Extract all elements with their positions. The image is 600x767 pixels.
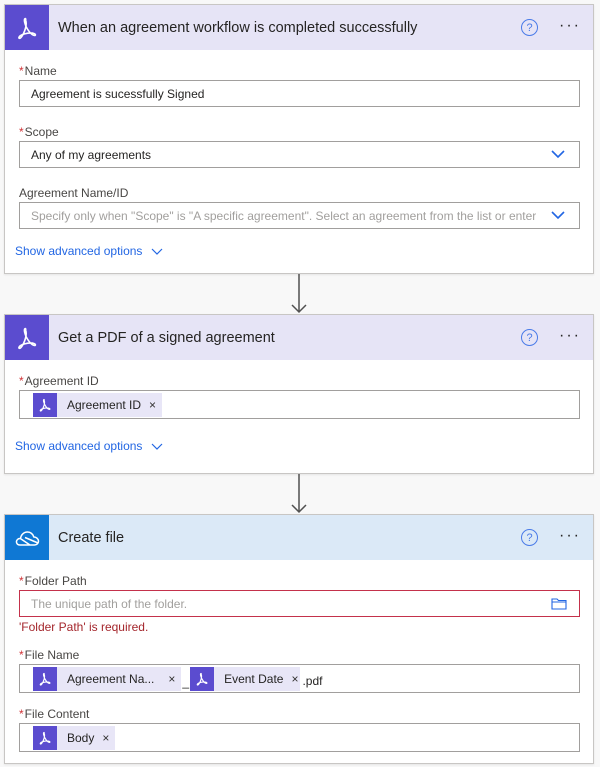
token-label: Body <box>67 731 95 745</box>
folder-path-placeholder: The unique path of the folder. <box>31 596 188 611</box>
required-mark: * <box>19 648 24 662</box>
required-mark: * <box>19 64 24 78</box>
adobe-sign-icon <box>33 726 57 750</box>
card-title: Get a PDF of a signed agreement <box>58 329 275 346</box>
chevron-down-icon[interactable] <box>551 150 565 159</box>
dynamic-token-event-date[interactable]: Event Date × <box>190 667 301 691</box>
adobe-sign-icon <box>190 667 215 691</box>
file-content-label: *File Content <box>19 707 579 721</box>
folder-path-error: 'Folder Path' is required. <box>19 620 149 634</box>
help-icon[interactable]: ? <box>521 529 538 546</box>
token-label: Event Date <box>224 672 284 686</box>
token-label: Agreement Na... <box>67 672 155 686</box>
action-card-create-file: Create file ? ··· *Folder Path The uniqu… <box>4 514 594 764</box>
suffix-text: .pdf <box>302 674 323 688</box>
more-options-icon[interactable]: ··· <box>559 527 581 545</box>
chevron-down-icon <box>152 443 163 450</box>
scope-value: Any of my agreements <box>31 147 152 162</box>
more-options-icon[interactable]: ··· <box>559 327 581 345</box>
agreement-name-id-placeholder: Specify only when "Scope" is "A specific… <box>31 208 536 223</box>
agreement-name-id-dropdown[interactable]: Specify only when "Scope" is "A specific… <box>19 202 580 229</box>
agreement-id-input[interactable]: Agreement ID × <box>19 390 580 419</box>
name-label: *Name <box>19 64 579 78</box>
remove-token-icon[interactable]: × <box>291 672 298 686</box>
file-name-label-text: File Name <box>24 648 80 662</box>
connector-arrow <box>291 474 307 514</box>
required-mark: * <box>19 125 24 139</box>
adobe-sign-icon <box>5 315 49 360</box>
file-content-input[interactable]: Body × <box>19 723 580 752</box>
token-label: Agreement ID <box>67 398 142 412</box>
show-advanced-options-text: Show advanced options <box>15 244 143 258</box>
required-mark: * <box>19 574 24 588</box>
adobe-sign-icon <box>33 393 57 417</box>
required-mark: * <box>19 374 24 388</box>
show-advanced-options-text: Show advanced options <box>15 439 143 453</box>
name-label-text: Name <box>24 64 57 78</box>
chevron-down-icon <box>152 248 163 255</box>
remove-token-icon[interactable]: × <box>149 398 156 412</box>
scope-label-text: Scope <box>24 125 59 139</box>
remove-token-icon[interactable]: × <box>168 672 175 686</box>
card-header[interactable]: Get a PDF of a signed agreement ? ··· <box>5 315 593 360</box>
agreement-id-label-text: Agreement ID <box>24 374 99 388</box>
connector-arrow <box>291 274 307 314</box>
action-card-get-pdf: Get a PDF of a signed agreement ? ··· *A… <box>4 314 594 474</box>
required-mark: * <box>19 707 24 721</box>
help-icon[interactable]: ? <box>521 19 538 36</box>
card-title: When an agreement workflow is completed … <box>58 19 418 36</box>
trigger-card-agreement-completed: When an agreement workflow is completed … <box>4 4 594 274</box>
agreement-name-id-label: Agreement Name/ID <box>19 186 129 200</box>
scope-dropdown[interactable]: Any of my agreements <box>19 141 580 168</box>
adobe-sign-icon <box>33 667 57 691</box>
card-header[interactable]: When an agreement workflow is completed … <box>5 5 593 50</box>
file-content-label-text: File Content <box>24 707 90 721</box>
remove-token-icon[interactable]: × <box>102 731 109 745</box>
folder-path-input[interactable]: The unique path of the folder. <box>19 590 580 617</box>
dynamic-token-agreement-id[interactable]: Agreement ID × <box>33 393 163 417</box>
folder-path-label: *Folder Path <box>19 574 579 588</box>
separator-text: _ <box>182 675 190 689</box>
file-name-label: *File Name <box>19 648 579 662</box>
name-input[interactable]: Agreement is sucessfully Signed <box>19 80 580 107</box>
help-icon[interactable]: ? <box>521 329 538 346</box>
onedrive-icon <box>5 515 49 560</box>
show-advanced-options-link[interactable]: Show advanced options <box>15 439 163 453</box>
scope-label: *Scope <box>19 125 579 139</box>
dynamic-token-body[interactable]: Body × <box>33 726 116 750</box>
card-header[interactable]: Create file ? ··· <box>5 515 593 560</box>
show-advanced-options-link[interactable]: Show advanced options <box>15 244 163 258</box>
folder-icon[interactable] <box>551 597 567 610</box>
card-title: Create file <box>58 529 125 546</box>
folder-path-label-text: Folder Path <box>24 574 87 588</box>
chevron-down-icon[interactable] <box>551 211 565 220</box>
agreement-id-label: *Agreement ID <box>19 374 579 388</box>
dynamic-token-agreement-name[interactable]: Agreement Na... × <box>33 667 182 691</box>
more-options-icon[interactable]: ··· <box>559 17 581 35</box>
adobe-sign-icon <box>5 5 49 50</box>
file-name-input[interactable]: Agreement Na... × _ Event Date × .pdf <box>19 664 580 693</box>
